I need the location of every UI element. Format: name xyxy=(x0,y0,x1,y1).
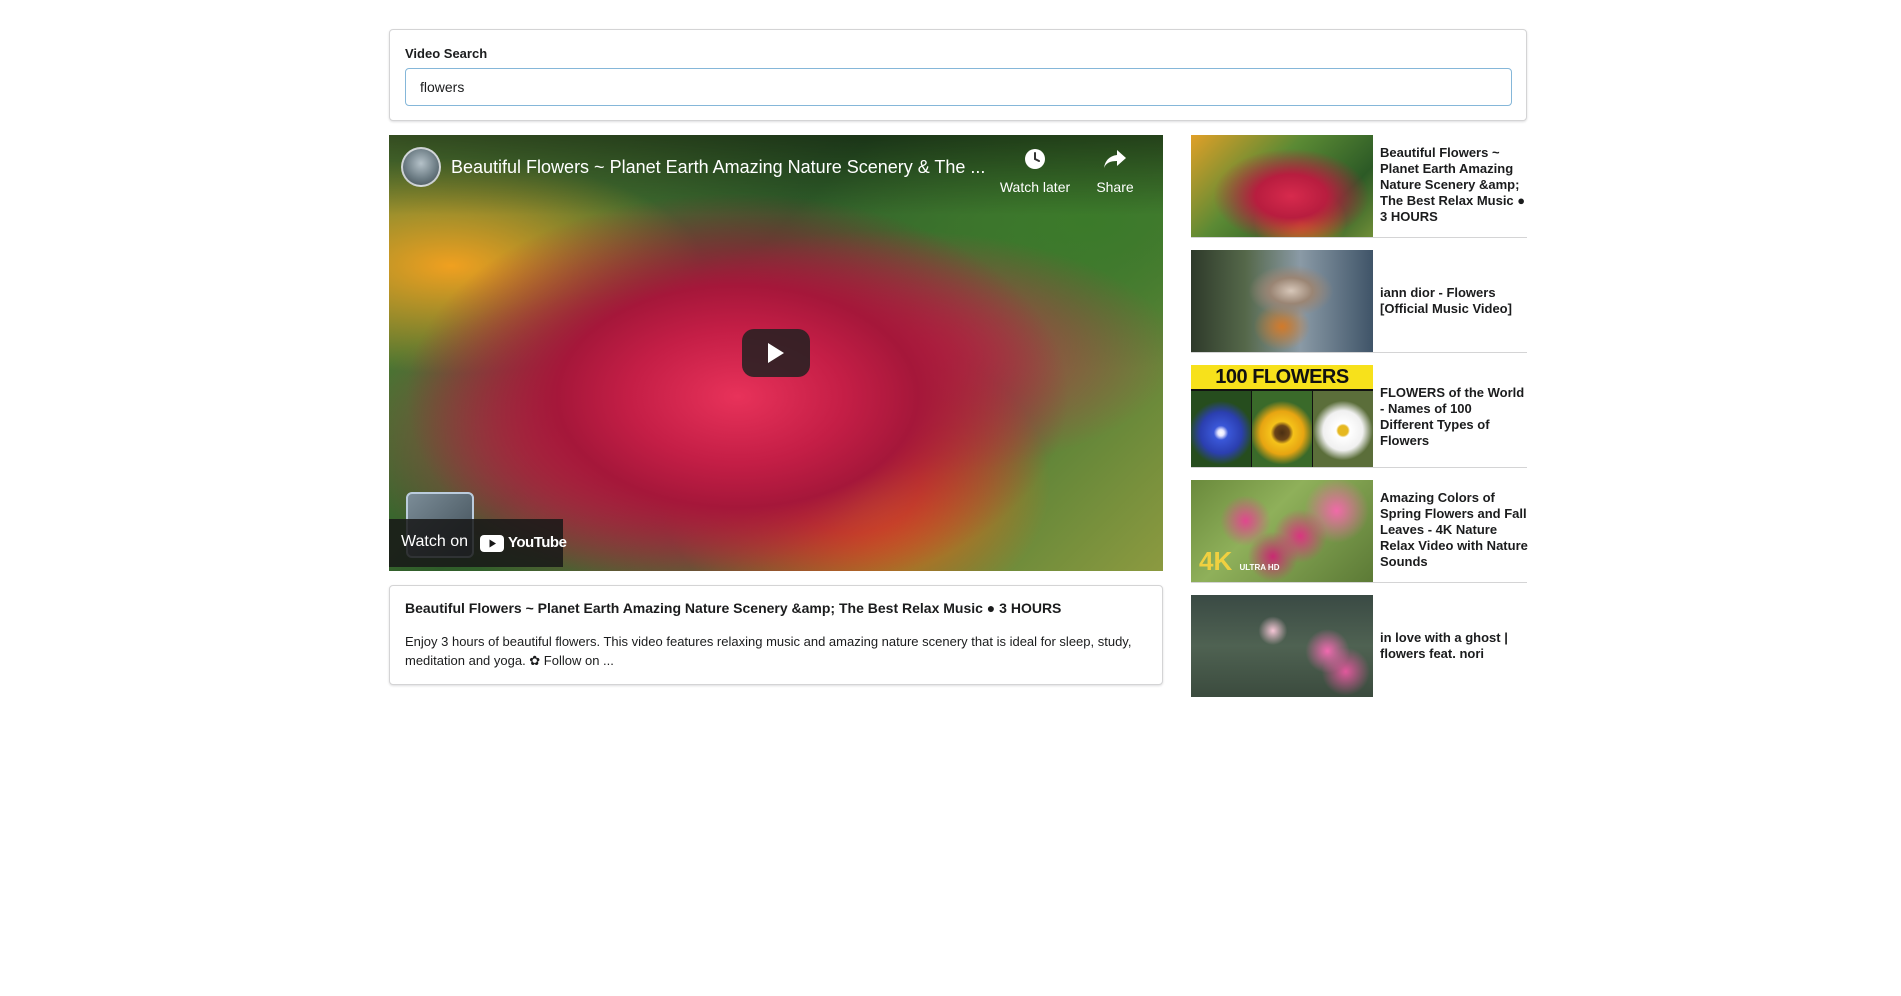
play-button[interactable] xyxy=(742,329,810,377)
video-list-item[interactable]: Beautiful Flowers ~ Planet Earth Amazing… xyxy=(1191,135,1527,238)
video-detail-title: Beautiful Flowers ~ Planet Earth Amazing… xyxy=(405,600,1062,616)
video-list-item[interactable]: 4K ULTRA HD Amazing Colors of Spring Flo… xyxy=(1191,480,1528,583)
clock-icon xyxy=(995,147,1075,177)
video-thumbnail[interactable]: 4K ULTRA HD xyxy=(1191,480,1373,582)
video-list-item-title[interactable]: Beautiful Flowers ~ Planet Earth Amazing… xyxy=(1380,145,1528,225)
player-title[interactable]: Beautiful Flowers ~ Planet Earth Amazing… xyxy=(451,157,991,178)
watch-later-button[interactable]: Watch later xyxy=(995,147,1075,195)
video-list-item-title[interactable]: FLOWERS of the World - Names of 100 Diff… xyxy=(1380,385,1528,449)
share-button[interactable]: Share xyxy=(1075,147,1155,195)
video-thumbnail[interactable] xyxy=(1191,250,1373,352)
watch-later-label: Watch later xyxy=(999,179,1071,195)
video-thumbnail[interactable]: 100 FLOWERS xyxy=(1191,365,1373,467)
video-list-item-title[interactable]: iann dior - Flowers [Official Music Vide… xyxy=(1380,285,1528,317)
share-label: Share xyxy=(1096,179,1134,195)
video-detail-description: Enjoy 3 hours of beautiful flowers. This… xyxy=(405,634,1132,668)
search-bar: Video Search xyxy=(389,29,1527,121)
video-list-item[interactable]: iann dior - Flowers [Official Music Vide… xyxy=(1191,250,1527,353)
play-icon xyxy=(768,343,784,363)
video-player[interactable]: Beautiful Flowers ~ Planet Earth Amazing… xyxy=(389,135,1163,571)
video-detail: Beautiful Flowers ~ Planet Earth Amazing… xyxy=(389,585,1163,685)
video-list-item[interactable]: in love with a ghost | flowers feat. nor… xyxy=(1191,595,1527,698)
watch-on-label: Watch on xyxy=(401,533,468,550)
share-icon xyxy=(1075,147,1155,177)
channel-avatar[interactable] xyxy=(401,147,441,187)
video-list-item[interactable]: 100 FLOWERS FLOWERS of the World - Names… xyxy=(1191,365,1527,468)
watch-on-youtube-button[interactable]: Watch on YouTube xyxy=(389,519,567,567)
video-thumbnail[interactable] xyxy=(1191,595,1373,697)
youtube-logo-icon xyxy=(480,535,504,552)
video-list-item-title[interactable]: in love with a ghost | flowers feat. nor… xyxy=(1380,630,1528,662)
video-thumbnail[interactable] xyxy=(1191,135,1373,237)
search-label: Video Search xyxy=(405,46,488,61)
video-list-item-title[interactable]: Amazing Colors of Spring Flowers and Fal… xyxy=(1380,490,1528,570)
thumbnail-banner-text: 100 FLOWERS xyxy=(1191,365,1373,389)
youtube-wordmark: YouTube xyxy=(508,534,567,551)
thumbnail-4k-badge: 4K ULTRA HD xyxy=(1199,546,1280,576)
search-input[interactable] xyxy=(405,68,1512,106)
